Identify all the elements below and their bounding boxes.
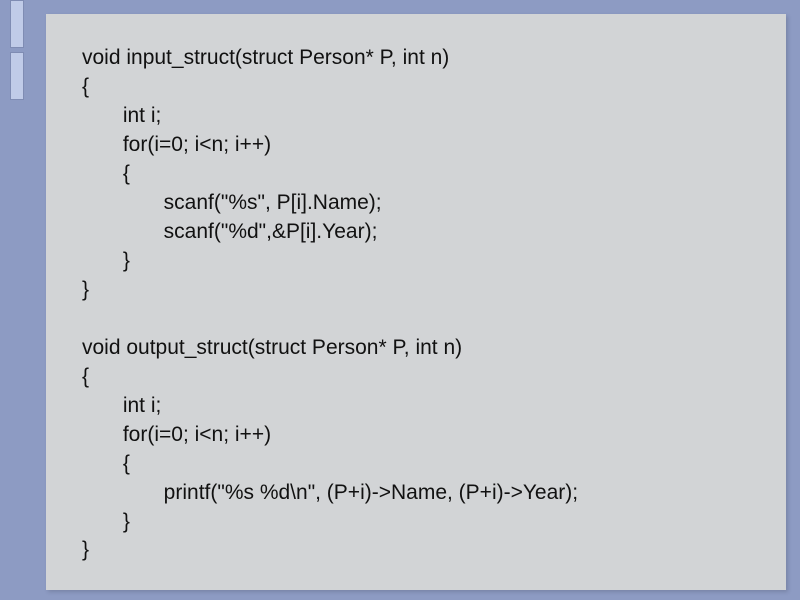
code-panel: void input_struct(struct Person* P, int … [46,14,786,590]
code-block: void input_struct(struct Person* P, int … [82,44,750,565]
decor-bar-2 [10,52,24,100]
decor-bar-1 [10,0,24,48]
slide: void input_struct(struct Person* P, int … [0,0,800,600]
